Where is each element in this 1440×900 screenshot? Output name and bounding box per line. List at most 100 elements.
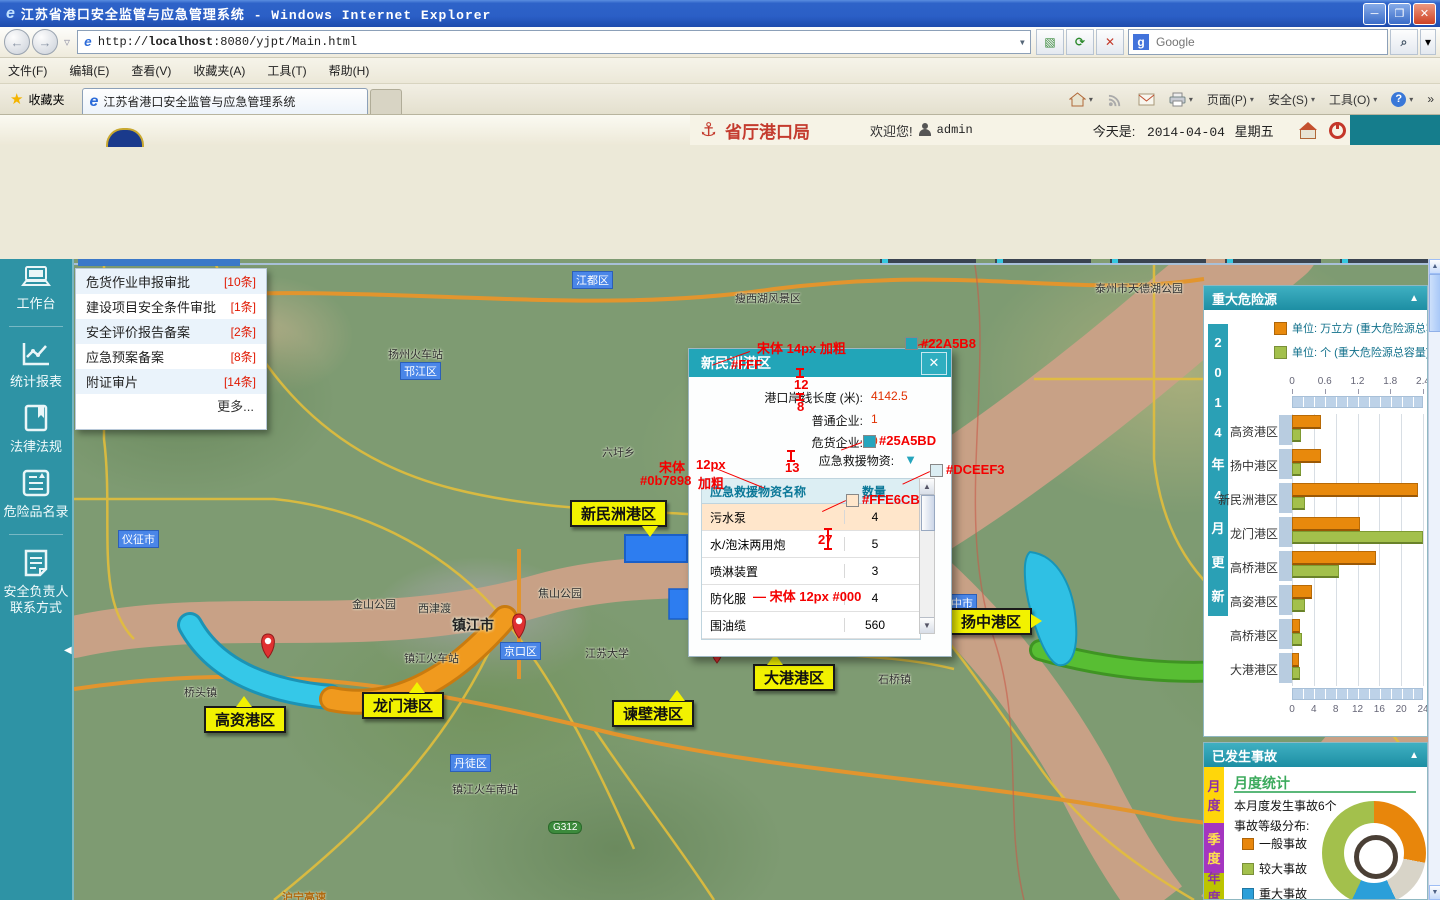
map-place-label: G312: [548, 821, 582, 834]
nav-dropdown-icon[interactable]: ▿: [64, 35, 70, 49]
anno-gap-13: 13: [785, 460, 799, 475]
quick-menu: 危货作业申报审批[10条]建设项目安全条件审批[1条]安全评价报告备案[2条]应…: [75, 268, 267, 430]
quick-menu-more[interactable]: 更多...: [76, 394, 266, 416]
map-place-label: 焦山公园: [538, 585, 582, 601]
win2-menu-item-3[interactable]: 收藏夹(A): [193, 62, 245, 79]
win2-titlebar[interactable]: e江苏省港口安全监管与应急管理系统 - Windows Internet Exp…: [0, 0, 1440, 27]
period-tab-0[interactable]: 月度: [1204, 767, 1224, 823]
win2-menu-item-5[interactable]: 帮助(H): [329, 62, 370, 79]
scroll-up-icon[interactable]: ▲: [1429, 259, 1440, 274]
close-icon[interactable]: ✕: [1413, 3, 1436, 25]
table-scrollbar[interactable]: ▲ ▼: [919, 478, 935, 634]
win2-menu-item-2[interactable]: 查看(V): [131, 62, 171, 79]
date-label: 今天是:: [1093, 124, 1136, 139]
overflow-chevron[interactable]: »: [1427, 92, 1434, 106]
sidebar-item-2[interactable]: 法律法规: [0, 404, 72, 455]
back-icon[interactable]: ←: [4, 29, 30, 55]
home-icon[interactable]: ▾: [1069, 92, 1093, 107]
port-callout-3[interactable]: 谏壁港区: [612, 700, 694, 727]
sidebar-item-4[interactable]: 安全负责人联系方式: [0, 549, 72, 616]
quick-menu-item-4[interactable]: 附证审片[14条]: [76, 369, 266, 394]
quick-menu-item-1[interactable]: 建设项目安全条件审批[1条]: [76, 294, 266, 319]
mail-icon[interactable]: [1138, 92, 1155, 107]
map-place-label: 扬州火车站: [388, 346, 443, 362]
refresh-icon[interactable]: ⟳: [1066, 29, 1094, 55]
stop-icon[interactable]: ✕: [1096, 29, 1124, 55]
favorites-label: 收藏夹: [28, 91, 64, 108]
map-place-label: 金山公园: [352, 596, 396, 612]
rss-icon[interactable]: [1107, 92, 1124, 107]
page-tab[interactable]: e江苏省港口安全监管与应急管理系统: [82, 88, 368, 114]
win2-command-2[interactable]: 工具(O)▾: [1329, 91, 1377, 108]
port-callout-0[interactable]: 新民洲港区: [570, 500, 667, 527]
accident-legend-2: 重大事故: [1242, 885, 1307, 900]
forward-icon[interactable]: →: [32, 29, 58, 55]
scroll-down-icon[interactable]: ▼: [920, 617, 934, 633]
sidebar-item-1[interactable]: 统计报表: [0, 341, 72, 390]
win2-menu-item-1[interactable]: 编辑(E): [69, 62, 109, 79]
port-callout-2[interactable]: 龙门港区: [362, 692, 444, 719]
quick-menu-item-0[interactable]: 危货作业申报审批[10条]: [76, 269, 266, 294]
minimize-icon[interactable]: ─: [1363, 3, 1386, 25]
win2-command-1[interactable]: 安全(S)▾: [1268, 91, 1315, 108]
banner-stub: [78, 259, 240, 266]
quick-menu-item-2[interactable]: 安全评价报告备案[2条]: [76, 319, 266, 344]
scroll-thumb[interactable]: [1429, 274, 1440, 332]
app-header: ⚓ 省厅港口局 欢迎您! admin 今天是: 2014-04-04 星期五: [0, 115, 1440, 145]
search-input[interactable]: g: [1128, 29, 1388, 55]
accident-panel-header[interactable]: 已发生事故 ▲: [1204, 743, 1427, 767]
period-tab-2[interactable]: 年度: [1204, 873, 1224, 900]
bar-category-label: 高桥港区: [1204, 627, 1278, 644]
period-tab-1[interactable]: 季度: [1204, 823, 1224, 873]
win2-menu-item-4[interactable]: 工具(T): [267, 62, 306, 79]
page-scrollbar[interactable]: ▲ ▼: [1428, 259, 1440, 900]
hazard-panel-header[interactable]: 重大危险源 ▲: [1204, 286, 1427, 310]
port-callout-1[interactable]: 高资港区: [204, 706, 286, 733]
anno-row-hex: #FFE6CB: [862, 492, 920, 507]
bar-category-label: 新民洲港区: [1204, 491, 1278, 508]
bar-category-label: 大港港区: [1204, 661, 1278, 678]
table-row[interactable]: 污水泵4: [702, 504, 920, 531]
cutoff-tab: [880, 259, 976, 263]
port-callout-4[interactable]: 大港港区: [753, 664, 835, 691]
win2-window-title: 江苏省港口安全监管与应急管理系统 - Windows Internet Expl…: [21, 4, 1361, 23]
table-row[interactable]: 围油缆560: [702, 612, 920, 639]
anno-title-font: 宋体 14px 加粗: [757, 338, 846, 357]
win2-menu-item-0[interactable]: 文件(F): [8, 62, 47, 79]
scroll-down-icon[interactable]: ▼: [1429, 885, 1440, 900]
expand-down-icon[interactable]: ▼: [904, 452, 917, 469]
scroll-up-icon[interactable]: ▲: [920, 479, 934, 495]
quick-menu-item-3[interactable]: 应急预案备案[8条]: [76, 344, 266, 369]
home-button[interactable]: [1299, 122, 1317, 138]
help-icon[interactable]: ?▾: [1391, 92, 1413, 107]
table-row[interactable]: 水/泡沫两用炮5: [702, 531, 920, 558]
quick-menu-item-count: [14条]: [224, 373, 256, 390]
search-options-icon[interactable]: ▾: [1420, 29, 1436, 55]
print-icon[interactable]: ▾: [1169, 92, 1193, 107]
new-tab-stub[interactable]: [370, 89, 402, 114]
win2-menubar: 文件(F) 编辑(E) 查看(V) 收藏夹(A) 工具(T) 帮助(H): [0, 58, 1440, 84]
close-icon[interactable]: ✕: [921, 352, 947, 375]
compatibility-icon[interactable]: ▧: [1036, 29, 1064, 55]
scroll-thumb[interactable]: [921, 495, 935, 531]
address-dropdown-icon[interactable]: ▾: [1019, 35, 1026, 50]
list-icon: [22, 469, 50, 504]
map-place-label: 镇江火车南站: [452, 781, 518, 797]
accident-panel: 已发生事故 ▲ 月度季度年度 月度统计 本月度发生事故6个 事故等级分布: 一般…: [1203, 742, 1428, 900]
sidebar-item-0[interactable]: 工作台: [0, 265, 72, 312]
collapse-up-icon[interactable]: ▲: [1409, 293, 1419, 304]
anchor-icon: ⚓: [700, 119, 717, 142]
sidebar-item-3[interactable]: 危险品名录: [0, 469, 72, 520]
search-magnifier-icon[interactable]: ⌕: [1390, 29, 1418, 55]
collapse-up-icon[interactable]: ▲: [1409, 750, 1419, 761]
win2-command-0[interactable]: 页面(P)▾: [1207, 91, 1254, 108]
port-callout-5[interactable]: 扬中港区: [950, 608, 1032, 635]
search-field[interactable]: [1154, 34, 1383, 50]
table-row[interactable]: 喷淋装置3: [702, 558, 920, 585]
favorites-button[interactable]: ★收藏夹: [0, 84, 74, 114]
restore-icon[interactable]: ❐: [1388, 3, 1411, 25]
logout-button[interactable]: [1329, 122, 1346, 139]
address-input[interactable]: ehttp://localhost:8080/yjpt/Main.html▾: [77, 30, 1031, 54]
map-top-divider: [74, 263, 1428, 265]
sidebar-collapse-icon[interactable]: ◀: [64, 645, 72, 656]
